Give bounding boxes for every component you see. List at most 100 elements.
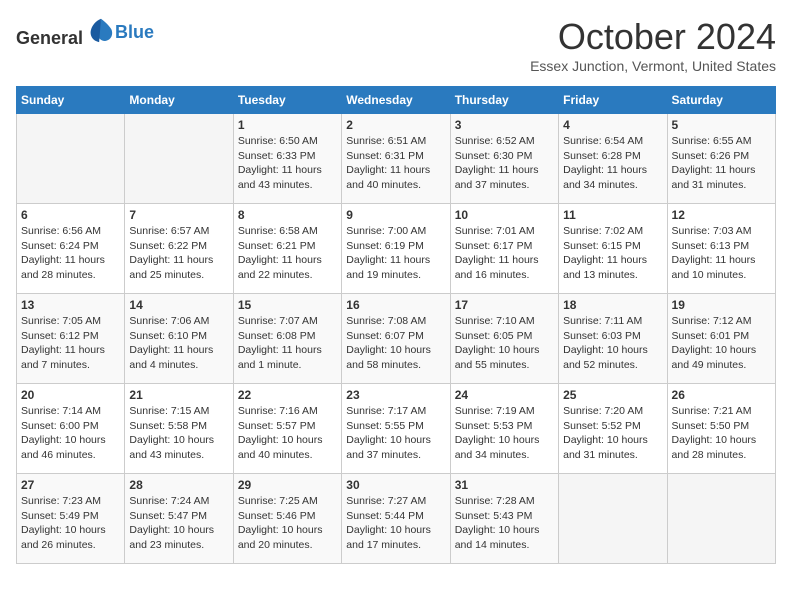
day-info: Sunrise: 7:01 AM Sunset: 6:17 PM Dayligh… [455,224,554,283]
day-info: Sunrise: 7:14 AM Sunset: 6:00 PM Dayligh… [21,404,120,463]
daylight-text: Daylight: 11 hours and 37 minutes. [455,164,539,191]
daylight-text: Daylight: 11 hours and 40 minutes. [346,164,430,191]
calendar-cell: 10 Sunrise: 7:01 AM Sunset: 6:17 PM Dayl… [450,204,558,294]
sunset-text: Sunset: 6:28 PM [563,150,641,162]
sunrise-text: Sunrise: 7:14 AM [21,405,101,417]
day-number: 13 [21,298,120,312]
sunrise-text: Sunrise: 6:52 AM [455,135,535,147]
sunrise-text: Sunrise: 6:54 AM [563,135,643,147]
sunrise-text: Sunrise: 6:55 AM [672,135,752,147]
calendar-week-row: 20 Sunrise: 7:14 AM Sunset: 6:00 PM Dayl… [17,384,776,474]
day-info: Sunrise: 7:20 AM Sunset: 5:52 PM Dayligh… [563,404,662,463]
calendar-cell: 23 Sunrise: 7:17 AM Sunset: 5:55 PM Dayl… [342,384,450,474]
daylight-text: Daylight: 10 hours and 14 minutes. [455,524,540,551]
daylight-text: Daylight: 11 hours and 1 minute. [238,344,322,371]
calendar-header-row: SundayMondayTuesdayWednesdayThursdayFrid… [17,87,776,114]
day-info: Sunrise: 7:23 AM Sunset: 5:49 PM Dayligh… [21,494,120,553]
sunset-text: Sunset: 5:43 PM [455,510,533,522]
sunset-text: Sunset: 6:10 PM [129,330,207,342]
sunset-text: Sunset: 5:49 PM [21,510,99,522]
calendar-cell [559,474,667,564]
daylight-text: Daylight: 11 hours and 4 minutes. [129,344,213,371]
day-info: Sunrise: 6:54 AM Sunset: 6:28 PM Dayligh… [563,134,662,193]
sunset-text: Sunset: 6:22 PM [129,240,207,252]
day-info: Sunrise: 7:17 AM Sunset: 5:55 PM Dayligh… [346,404,445,463]
calendar-cell: 21 Sunrise: 7:15 AM Sunset: 5:58 PM Dayl… [125,384,233,474]
sunset-text: Sunset: 5:57 PM [238,420,316,432]
daylight-text: Daylight: 11 hours and 16 minutes. [455,254,539,281]
calendar-cell: 16 Sunrise: 7:08 AM Sunset: 6:07 PM Dayl… [342,294,450,384]
calendar-cell: 28 Sunrise: 7:24 AM Sunset: 5:47 PM Dayl… [125,474,233,564]
calendar-cell: 19 Sunrise: 7:12 AM Sunset: 6:01 PM Dayl… [667,294,775,384]
calendar-cell: 25 Sunrise: 7:20 AM Sunset: 5:52 PM Dayl… [559,384,667,474]
calendar-cell: 5 Sunrise: 6:55 AM Sunset: 6:26 PM Dayli… [667,114,775,204]
calendar-cell: 8 Sunrise: 6:58 AM Sunset: 6:21 PM Dayli… [233,204,341,294]
day-number: 20 [21,388,120,402]
sunrise-text: Sunrise: 7:16 AM [238,405,318,417]
sunset-text: Sunset: 6:13 PM [672,240,750,252]
sunset-text: Sunset: 6:30 PM [455,150,533,162]
day-number: 4 [563,118,662,132]
sunrise-text: Sunrise: 6:58 AM [238,225,318,237]
day-number: 7 [129,208,228,222]
day-number: 27 [21,478,120,492]
calendar-cell: 4 Sunrise: 6:54 AM Sunset: 6:28 PM Dayli… [559,114,667,204]
day-info: Sunrise: 6:57 AM Sunset: 6:22 PM Dayligh… [129,224,228,283]
calendar-week-row: 13 Sunrise: 7:05 AM Sunset: 6:12 PM Dayl… [17,294,776,384]
calendar-cell: 1 Sunrise: 6:50 AM Sunset: 6:33 PM Dayli… [233,114,341,204]
day-info: Sunrise: 7:07 AM Sunset: 6:08 PM Dayligh… [238,314,337,373]
sunset-text: Sunset: 5:47 PM [129,510,207,522]
day-info: Sunrise: 7:19 AM Sunset: 5:53 PM Dayligh… [455,404,554,463]
sunset-text: Sunset: 6:24 PM [21,240,99,252]
daylight-text: Daylight: 10 hours and 40 minutes. [238,434,323,461]
calendar-cell: 6 Sunrise: 6:56 AM Sunset: 6:24 PM Dayli… [17,204,125,294]
day-info: Sunrise: 6:55 AM Sunset: 6:26 PM Dayligh… [672,134,771,193]
daylight-text: Daylight: 11 hours and 25 minutes. [129,254,213,281]
day-number: 10 [455,208,554,222]
logo-general-text: General [16,28,83,48]
daylight-text: Daylight: 10 hours and 43 minutes. [129,434,214,461]
sunrise-text: Sunrise: 7:03 AM [672,225,752,237]
calendar-cell: 12 Sunrise: 7:03 AM Sunset: 6:13 PM Dayl… [667,204,775,294]
sunset-text: Sunset: 6:05 PM [455,330,533,342]
calendar-cell [17,114,125,204]
calendar-cell: 11 Sunrise: 7:02 AM Sunset: 6:15 PM Dayl… [559,204,667,294]
day-number: 9 [346,208,445,222]
title-section: October 2024 Essex Junction, Vermont, Un… [530,16,776,74]
sunset-text: Sunset: 6:01 PM [672,330,750,342]
day-number: 25 [563,388,662,402]
daylight-text: Daylight: 10 hours and 49 minutes. [672,344,757,371]
day-number: 12 [672,208,771,222]
day-info: Sunrise: 6:58 AM Sunset: 6:21 PM Dayligh… [238,224,337,283]
day-info: Sunrise: 7:25 AM Sunset: 5:46 PM Dayligh… [238,494,337,553]
calendar-cell: 31 Sunrise: 7:28 AM Sunset: 5:43 PM Dayl… [450,474,558,564]
day-info: Sunrise: 7:10 AM Sunset: 6:05 PM Dayligh… [455,314,554,373]
day-number: 18 [563,298,662,312]
daylight-text: Daylight: 10 hours and 17 minutes. [346,524,431,551]
day-info: Sunrise: 6:51 AM Sunset: 6:31 PM Dayligh… [346,134,445,193]
daylight-text: Daylight: 10 hours and 34 minutes. [455,434,540,461]
calendar-cell: 22 Sunrise: 7:16 AM Sunset: 5:57 PM Dayl… [233,384,341,474]
calendar-cell: 13 Sunrise: 7:05 AM Sunset: 6:12 PM Dayl… [17,294,125,384]
daylight-text: Daylight: 11 hours and 13 minutes. [563,254,647,281]
sunrise-text: Sunrise: 7:12 AM [672,315,752,327]
sunset-text: Sunset: 6:21 PM [238,240,316,252]
calendar-week-row: 27 Sunrise: 7:23 AM Sunset: 5:49 PM Dayl… [17,474,776,564]
daylight-text: Daylight: 10 hours and 26 minutes. [21,524,106,551]
calendar-cell: 24 Sunrise: 7:19 AM Sunset: 5:53 PM Dayl… [450,384,558,474]
sunrise-text: Sunrise: 7:10 AM [455,315,535,327]
calendar-cell: 18 Sunrise: 7:11 AM Sunset: 6:03 PM Dayl… [559,294,667,384]
page-header: General Blue October 2024 Essex Junction… [16,16,776,74]
sunrise-text: Sunrise: 7:25 AM [238,495,318,507]
sunset-text: Sunset: 6:26 PM [672,150,750,162]
sunset-text: Sunset: 6:07 PM [346,330,424,342]
calendar-cell: 26 Sunrise: 7:21 AM Sunset: 5:50 PM Dayl… [667,384,775,474]
sunset-text: Sunset: 6:17 PM [455,240,533,252]
logo-icon [87,16,115,44]
day-number: 30 [346,478,445,492]
calendar-cell: 29 Sunrise: 7:25 AM Sunset: 5:46 PM Dayl… [233,474,341,564]
calendar-cell: 14 Sunrise: 7:06 AM Sunset: 6:10 PM Dayl… [125,294,233,384]
day-number: 1 [238,118,337,132]
day-info: Sunrise: 7:05 AM Sunset: 6:12 PM Dayligh… [21,314,120,373]
sunset-text: Sunset: 5:52 PM [563,420,641,432]
